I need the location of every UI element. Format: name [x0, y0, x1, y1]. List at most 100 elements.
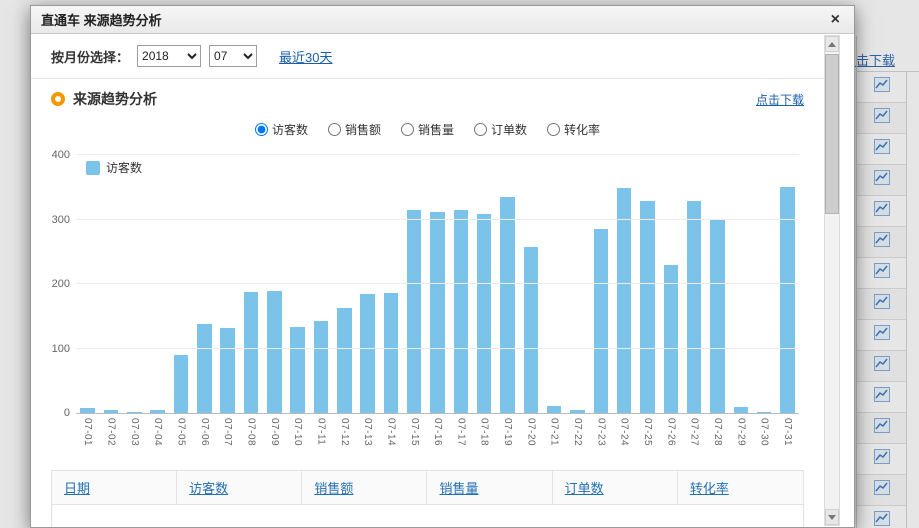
x-axis-label-text: 07-19: [502, 418, 513, 460]
metric-radio-input[interactable]: [328, 123, 341, 136]
last-30-days-link[interactable]: 最近30天: [279, 47, 332, 66]
x-axis-label-text: 07-11: [315, 418, 326, 460]
bar[interactable]: [734, 407, 748, 413]
metric-radio-4[interactable]: 订单数: [474, 121, 527, 138]
bar[interactable]: [104, 410, 118, 413]
bar[interactable]: [150, 410, 164, 413]
table-header-link[interactable]: 订单数: [565, 481, 604, 496]
x-axis-label-text: 07-10: [292, 418, 303, 460]
bar[interactable]: [430, 212, 444, 413]
bar[interactable]: [780, 187, 794, 413]
table-header-link[interactable]: 销售额: [314, 481, 353, 496]
bar[interactable]: [617, 188, 631, 413]
modal-scrollbar[interactable]: [824, 35, 840, 526]
modal-title: 直通车 来源趋势分析: [41, 10, 162, 29]
metric-radio-input[interactable]: [547, 123, 560, 136]
x-axis-label: 07-22: [566, 414, 589, 460]
bar-slot: [216, 156, 239, 413]
x-axis-label: 07-20: [519, 414, 542, 460]
chart-legend[interactable]: 访客数: [86, 159, 142, 176]
x-axis-label: 07-23: [589, 414, 612, 460]
bar-slot: [263, 156, 286, 413]
metric-radio-input[interactable]: [255, 123, 268, 136]
bar[interactable]: [244, 292, 258, 413]
bar[interactable]: [267, 291, 281, 413]
bar[interactable]: [710, 219, 724, 413]
section-header: 来源趋势分析 点击下载: [31, 79, 824, 113]
year-select[interactable]: 2018: [137, 45, 201, 67]
download-link[interactable]: 点击下载: [756, 91, 804, 108]
legend-label: 访客数: [106, 159, 142, 176]
bar-slot: [146, 156, 169, 413]
table-header-link[interactable]: 日期: [64, 481, 90, 496]
bar[interactable]: [664, 265, 678, 413]
bar[interactable]: [500, 197, 514, 413]
month-select[interactable]: 07: [209, 45, 257, 67]
x-axis-label-text: 07-14: [385, 418, 396, 460]
table-header-link[interactable]: 销售量: [439, 481, 478, 496]
metric-radio-input[interactable]: [474, 123, 487, 136]
chart-plot-area: 访客数 0100200300400: [76, 156, 799, 414]
table-header-link[interactable]: 转化率: [690, 481, 729, 496]
bar-slot: [706, 156, 729, 413]
x-axis-label: 07-26: [659, 414, 682, 460]
scrollbar-thumb[interactable]: [825, 54, 839, 214]
x-axis-label-text: 07-21: [549, 418, 560, 460]
metric-radio-2[interactable]: 销售额: [328, 121, 381, 138]
bar[interactable]: [127, 412, 141, 413]
x-axis-label-text: 07-24: [619, 418, 630, 460]
x-axis-label: 07-03: [123, 414, 146, 460]
bar[interactable]: [80, 408, 94, 413]
x-axis-label-text: 07-15: [409, 418, 420, 460]
close-icon[interactable]: ×: [827, 10, 844, 30]
metric-radio-label: 订单数: [491, 121, 527, 138]
metric-radio-3[interactable]: 销售量: [401, 121, 454, 138]
bar[interactable]: [594, 229, 608, 413]
x-axis-label-text: 07-28: [712, 418, 723, 460]
scroll-down-button[interactable]: [825, 509, 839, 525]
metric-radio-5[interactable]: 转化率: [547, 121, 600, 138]
y-axis-tick-label: 100: [36, 343, 70, 355]
bar[interactable]: [477, 214, 491, 413]
x-axis-label-text: 07-07: [222, 418, 233, 460]
x-axis-label-text: 07-27: [689, 418, 700, 460]
bar[interactable]: [290, 327, 304, 413]
bar-slot: [636, 156, 659, 413]
x-axis-label: 07-28: [706, 414, 729, 460]
x-axis-label-text: 07-06: [199, 418, 210, 460]
bar[interactable]: [570, 410, 584, 413]
bar[interactable]: [407, 210, 421, 413]
bar[interactable]: [640, 201, 654, 413]
x-axis-label-text: 07-22: [572, 418, 583, 460]
bar[interactable]: [220, 328, 234, 413]
bar[interactable]: [547, 406, 561, 413]
metric-radio-input[interactable]: [401, 123, 414, 136]
bar[interactable]: [360, 294, 374, 413]
trend-bar-chart: 访客数 0100200300400 07-0107-0207-0307-0407…: [76, 156, 799, 460]
table-header-cell: 订单数: [553, 471, 678, 504]
bar[interactable]: [524, 247, 538, 413]
metric-radio-1[interactable]: 访客数: [255, 121, 308, 138]
bar[interactable]: [197, 324, 211, 413]
bar[interactable]: [314, 321, 328, 413]
scroll-up-button[interactable]: [825, 36, 839, 52]
bar[interactable]: [174, 355, 188, 413]
scroll-up-icon: [828, 42, 836, 47]
bar[interactable]: [687, 201, 701, 413]
bar[interactable]: [757, 412, 771, 413]
x-axis-label: 07-12: [333, 414, 356, 460]
bar-slot: [123, 156, 146, 413]
bar[interactable]: [384, 293, 398, 413]
y-axis-tick-label: 0: [36, 407, 70, 419]
bar[interactable]: [454, 210, 468, 413]
bar-slot: [589, 156, 612, 413]
gridline: [76, 283, 799, 284]
table-header-cell: 转化率: [678, 471, 803, 504]
x-axis-label: 07-11: [309, 414, 332, 460]
x-axis-label-text: 07-17: [455, 418, 466, 460]
legend-swatch: [86, 161, 100, 175]
table-header-link[interactable]: 访客数: [189, 481, 228, 496]
bar-slot: [776, 156, 799, 413]
metric-radio-label: 转化率: [564, 121, 600, 138]
bar[interactable]: [337, 308, 351, 413]
